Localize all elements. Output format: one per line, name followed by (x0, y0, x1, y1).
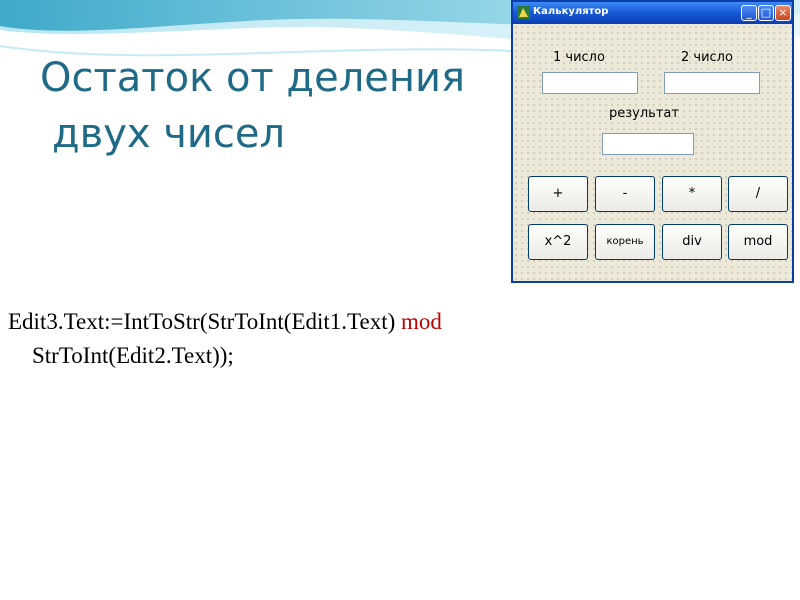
slide-title-line1: Остаток от деления (40, 55, 466, 101)
close-button[interactable]: × (775, 5, 791, 21)
square-button[interactable]: x^2 (528, 224, 588, 260)
mod-button[interactable]: mod (728, 224, 788, 260)
code-line2: StrToInt(Edit2.Text)); (32, 343, 234, 368)
edit2-input[interactable] (664, 72, 760, 94)
code-keyword-mod: mod (401, 309, 442, 334)
calculator-window: Калькулятор _ □ × 1 число 2 число резуль… (511, 0, 794, 283)
label-second-number: 2 число (681, 50, 733, 65)
minus-button[interactable]: - (595, 176, 655, 212)
code-line1-prefix: Edit3.Text:=IntToStr(StrToInt(Edit1.Text… (8, 309, 401, 334)
minimize-button[interactable]: _ (741, 5, 757, 21)
divide-button[interactable]: / (728, 176, 788, 212)
multiply-button[interactable]: * (662, 176, 722, 212)
code-snippet: Edit3.Text:=IntToStr(StrToInt(Edit1.Text… (8, 305, 442, 373)
plus-button[interactable]: + (528, 176, 588, 212)
slide-title: Остаток от деления двух чисел (40, 50, 465, 162)
window-title: Калькулятор (533, 6, 609, 17)
edit1-input[interactable] (542, 72, 638, 94)
window-client-area: 1 число 2 число результат + - * / x^2 ко… (513, 24, 792, 281)
edit3-input[interactable] (602, 133, 694, 155)
window-titlebar[interactable]: Калькулятор _ □ × (513, 2, 792, 24)
slide-title-line2: двух чисел (52, 111, 286, 157)
label-first-number: 1 число (553, 50, 605, 65)
maximize-button[interactable]: □ (758, 5, 774, 21)
label-result: результат (609, 106, 679, 121)
root-button[interactable]: корень (595, 224, 655, 260)
div-button[interactable]: div (662, 224, 722, 260)
app-icon (517, 6, 530, 19)
